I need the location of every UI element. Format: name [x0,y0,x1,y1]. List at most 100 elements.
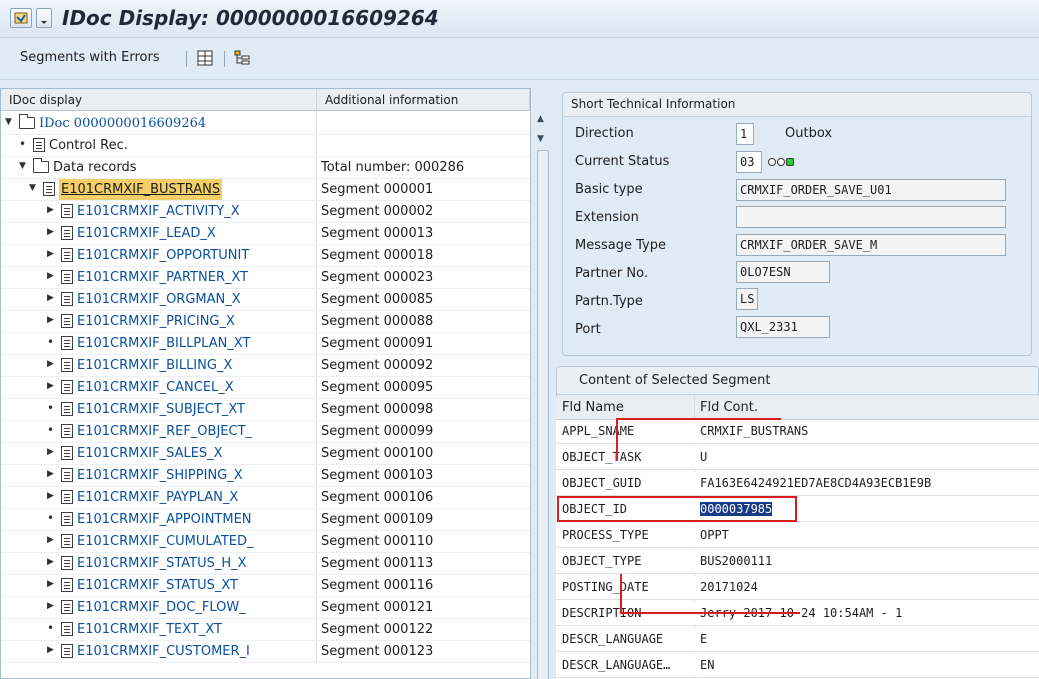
tree-node-label[interactable]: E101CRMXIF_STATUS_XT [77,575,238,596]
tree-node-label[interactable]: E101CRMXIF_PARTNER_XT [77,267,248,288]
tree-node-label[interactable]: E101CRMXIF_ACTIVITY_X [77,201,240,222]
segment-field-row[interactable]: DESCR_LANGUAGE… EN [556,654,1039,678]
tree-row[interactable]: ▶ E101CRMXIF_ACTIVITY_X Segment 000002 [1,201,530,223]
tree-header-idoc-display[interactable]: IDoc display [1,89,317,111]
expand-arrow-icon[interactable]: ▼ [5,117,12,127]
tree-scrollbar[interactable]: ▲ ▼ [535,110,550,679]
collapse-arrow-icon[interactable]: ▶ [47,227,54,237]
tree-node-label[interactable]: E101CRMXIF_PAYPLAN_X [77,487,238,508]
collapse-arrow-icon[interactable]: ▶ [47,359,54,369]
segment-field-row[interactable]: OBJECT_TASK U [556,446,1039,470]
tree-node-label[interactable]: E101CRMXIF_APPOINTMEN [77,509,252,530]
tree-node-cell[interactable]: ▼ Data records [1,157,317,178]
collapse-arrow-icon[interactable]: ▶ [47,557,54,567]
tree-row[interactable]: ▼ IDoc 0000000016609264 [1,113,530,135]
fld-cont-header[interactable]: Fld Cont. [700,400,758,415]
tree-node-label[interactable]: E101CRMXIF_SALES_X [77,443,223,464]
tree-node-label[interactable]: E101CRMXIF_PRICING_X [77,311,235,332]
tree-node-label[interactable]: E101CRMXIF_SUBJECT_XT [77,399,245,420]
scroll-down-icon[interactable]: ▼ [537,134,544,144]
collapse-arrow-icon[interactable]: ▶ [47,579,54,589]
field-value[interactable]: U [700,450,707,464]
tree-node-label[interactable]: E101CRMXIF_LEAD_X [77,223,216,244]
tree-node-label[interactable]: E101CRMXIF_CUSTOMER_I [77,641,250,662]
port-field[interactable]: QXL_2331 [736,316,830,338]
tree-node-cell[interactable]: ▶ E101CRMXIF_STATUS_H_X [1,553,317,574]
partner-no-field[interactable]: 0LO7ESN [736,261,830,283]
collapse-arrow-icon[interactable]: ▶ [47,491,54,501]
message-type-field[interactable]: CRMXIF_ORDER_SAVE_M [736,234,1006,256]
tree-node-cell[interactable]: ▼ E101CRMXIF_BUSTRANS [1,179,317,200]
tree-row[interactable]: ▶ E101CRMXIF_ORGMAN_X Segment 000085 [1,289,530,311]
tree-row[interactable]: • E101CRMXIF_APPOINTMEN Segment 000109 [1,509,530,531]
tree-row[interactable]: ▶ E101CRMXIF_CUMULATED_ Segment 000110 [1,531,530,553]
tree-row[interactable]: • E101CRMXIF_REF_OBJECT_ Segment 000099 [1,421,530,443]
system-menu-button[interactable] [10,8,32,28]
collapse-arrow-icon[interactable]: ▶ [47,315,54,325]
tree-node-cell[interactable]: ▶ E101CRMXIF_PARTNER_XT [1,267,317,288]
segment-field-row[interactable]: DESCRIPTION Jerry 2017-10-24 10:54AM - 1 [556,602,1039,626]
field-value[interactable]: FA163E6424921ED7AE8CD4A93ECB1E9B [700,476,931,490]
segment-field-row[interactable]: PROCESS_TYPE OPPT [556,524,1039,548]
grid-icon[interactable] [197,50,213,66]
tree-node-label[interactable]: E101CRMXIF_BILLPLAN_XT [77,333,250,354]
basic-type-field[interactable]: CRMXIF_ORDER_SAVE_U01 [736,179,1006,201]
tree-node-label[interactable]: E101CRMXIF_CANCEL_X [77,377,234,398]
direction-field[interactable]: 1 [736,123,754,145]
field-value[interactable]: BUS2000111 [700,554,772,568]
tree-row[interactable]: ▼ Data records Total number: 000286 [1,157,530,179]
segment-field-row[interactable]: POSTING_DATE 20171024 [556,576,1039,600]
collapse-arrow-icon[interactable]: ▶ [47,469,54,479]
scroll-thumb[interactable] [537,150,549,679]
scroll-up-icon[interactable]: ▲ [537,114,544,124]
collapse-arrow-icon[interactable]: ▶ [47,645,54,655]
tree-header-additional-info[interactable]: Additional information [317,89,530,111]
tree-row[interactable]: ▶ E101CRMXIF_OPPORTUNIT Segment 000018 [1,245,530,267]
field-value[interactable]: EN [700,658,714,672]
field-value[interactable]: E [700,632,707,646]
tree-node-label[interactable]: E101CRMXIF_DOC_FLOW_ [77,597,246,618]
tree-row[interactable]: ▶ E101CRMXIF_DOC_FLOW_ Segment 000121 [1,597,530,619]
tree-row[interactable]: ▶ E101CRMXIF_CUSTOMER_I Segment 000123 [1,641,530,663]
tree-node-label[interactable]: E101CRMXIF_OPPORTUNIT [77,245,249,266]
tree-node-label[interactable]: E101CRMXIF_SHIPPING_X [77,465,243,486]
tree-row[interactable]: ▶ E101CRMXIF_STATUS_XT Segment 000116 [1,575,530,597]
tree-node-label[interactable]: E101CRMXIF_ORGMAN_X [77,289,241,310]
segment-field-row[interactable]: APPL_SNAME CRMXIF_BUSTRANS [556,420,1039,444]
collapse-arrow-icon[interactable]: ▶ [47,293,54,303]
tree-row[interactable]: ▶ E101CRMXIF_PARTNER_XT Segment 000023 [1,267,530,289]
segments-with-errors-button[interactable]: Segments with Errors [20,50,160,65]
tree-row[interactable]: • E101CRMXIF_TEXT_XT Segment 000122 [1,619,530,641]
tree-node-label[interactable]: Control Rec. [49,135,128,156]
dropdown-button[interactable] [36,8,52,28]
expand-arrow-icon[interactable]: ▼ [29,183,36,193]
tree-node-cell[interactable]: ▶ E101CRMXIF_SHIPPING_X [1,465,317,486]
tree-node-cell[interactable]: ▶ E101CRMXIF_CUMULATED_ [1,531,317,552]
tree-node-cell[interactable]: ▶ E101CRMXIF_SALES_X [1,443,317,464]
tree-node-cell[interactable]: • E101CRMXIF_SUBJECT_XT [1,399,317,420]
collapse-arrow-icon[interactable]: ▶ [47,601,54,611]
tree-node-cell[interactable]: ▶ E101CRMXIF_ACTIVITY_X [1,201,317,222]
segment-field-row[interactable]: OBJECT_TYPE BUS2000111 [556,550,1039,574]
tree-structure-icon[interactable] [234,50,250,66]
tree-node-cell[interactable]: ▶ E101CRMXIF_DOC_FLOW_ [1,597,317,618]
tree-node-cell[interactable]: • E101CRMXIF_REF_OBJECT_ [1,421,317,442]
collapse-arrow-icon[interactable]: ▶ [47,447,54,457]
tree-node-cell[interactable]: • Control Rec. [1,135,317,156]
tree-node-cell[interactable]: ▶ E101CRMXIF_PAYPLAN_X [1,487,317,508]
tree-row[interactable]: ▶ E101CRMXIF_PRICING_X Segment 000088 [1,311,530,333]
tree-node-label[interactable]: E101CRMXIF_BILLING_X [77,355,232,376]
tree-row[interactable]: • Control Rec. [1,135,530,157]
collapse-arrow-icon[interactable]: ▶ [47,249,54,259]
field-value[interactable]: 20171024 [700,580,758,594]
fld-name-header[interactable]: Fld Name [562,400,624,415]
tree-node-label[interactable]: E101CRMXIF_STATUS_H_X [77,553,247,574]
field-value[interactable]: OPPT [700,528,729,542]
segment-field-row[interactable]: DESCR_LANGUAGE E [556,628,1039,652]
tree-row[interactable]: ▶ E101CRMXIF_STATUS_H_X Segment 000113 [1,553,530,575]
tree-node-label[interactable]: IDoc 0000000016609264 [39,113,206,134]
collapse-arrow-icon[interactable]: ▶ [47,271,54,281]
tree-node-cell[interactable]: ▶ E101CRMXIF_PRICING_X [1,311,317,332]
tree-node-cell[interactable]: ▶ E101CRMXIF_BILLING_X [1,355,317,376]
tree-node-label[interactable]: E101CRMXIF_TEXT_XT [77,619,222,640]
